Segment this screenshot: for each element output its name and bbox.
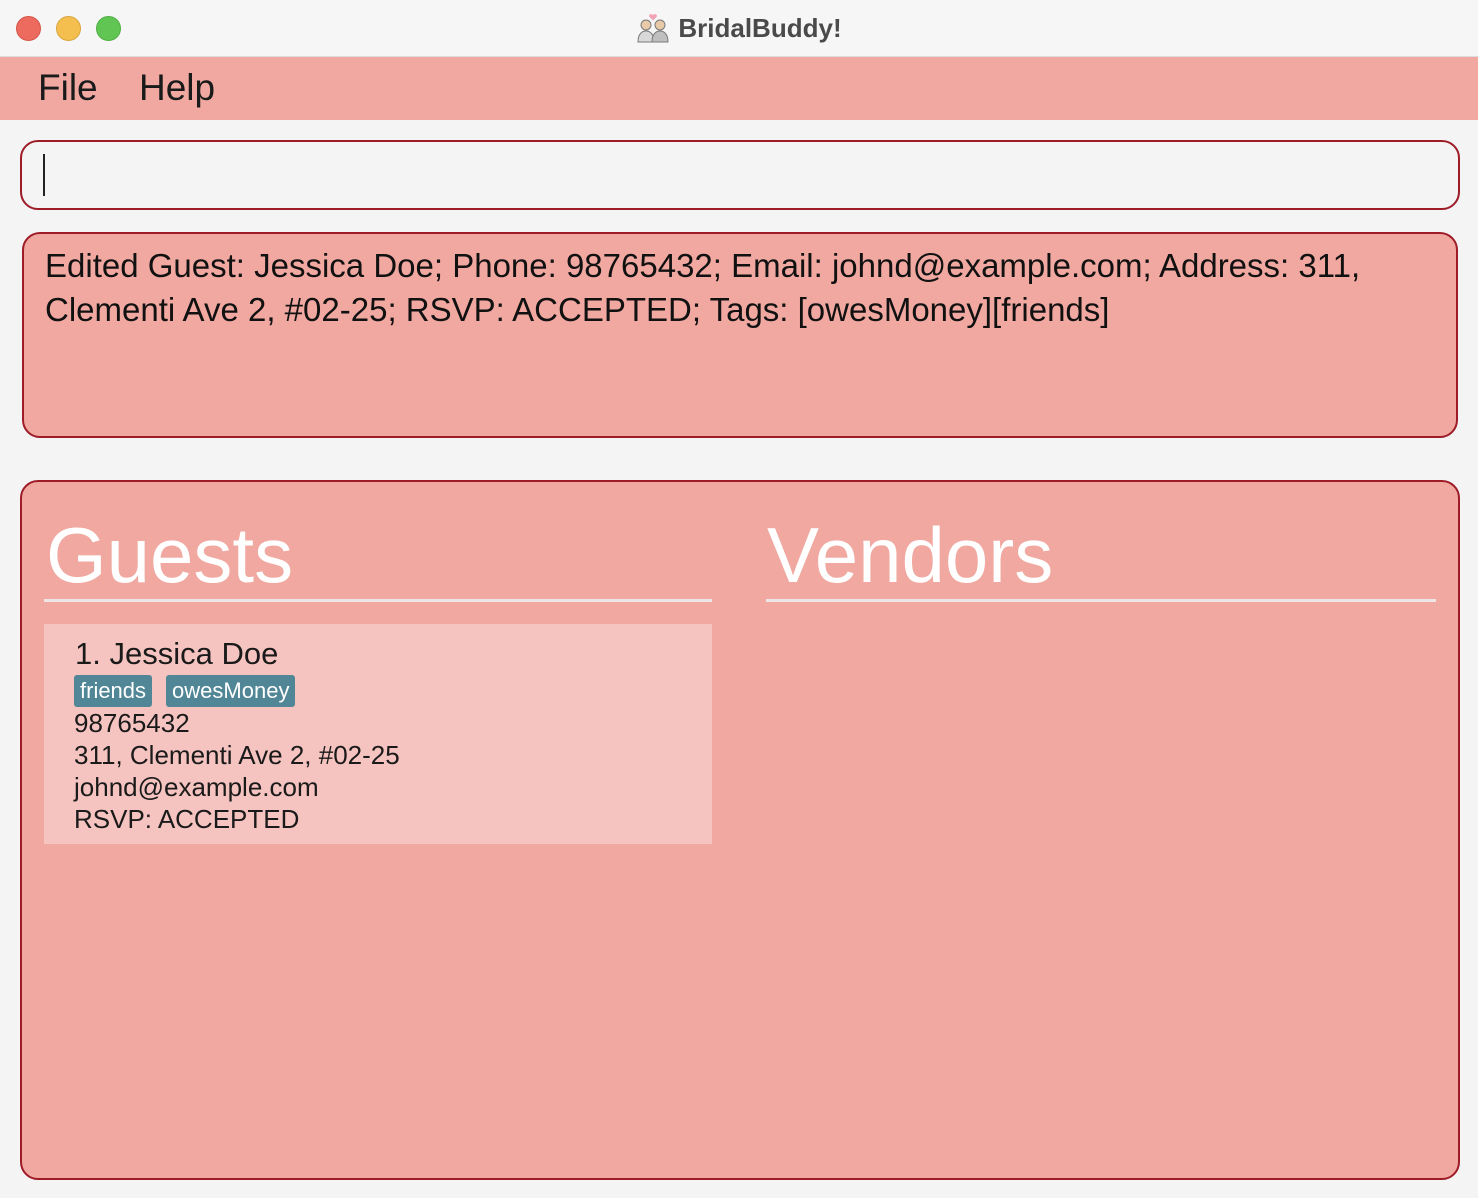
vendors-heading: Vendors — [767, 511, 1054, 599]
tag-friends: friends — [74, 675, 153, 707]
guest-email: johnd@example.com — [74, 772, 319, 802]
result-display: Edited Guest: Jessica Doe; Phone: 987654… — [22, 232, 1458, 438]
menu-bar: File Help — [0, 57, 1478, 120]
window-title-group: BridalBuddy! — [0, 10, 1478, 46]
guest-phone: 98765432 — [74, 708, 190, 738]
result-message: Edited Guest: Jessica Doe; Phone: 987654… — [45, 247, 1361, 328]
vendors-divider — [766, 599, 1436, 602]
window-titlebar: BridalBuddy! — [0, 0, 1478, 57]
text-caret — [43, 154, 45, 196]
guest-rsvp: RSVP: ACCEPTED — [74, 804, 300, 834]
lists-panel: Guests Vendors 1. Jessica Doe friends ow… — [20, 480, 1460, 1180]
menu-help[interactable]: Help — [139, 67, 215, 109]
guests-heading: Guests — [46, 511, 294, 599]
couple-heart-icon — [637, 14, 669, 43]
guest-name: 1. Jessica Doe — [75, 636, 279, 671]
command-input[interactable] — [34, 150, 1438, 202]
tag-owes-money: owesMoney — [166, 675, 296, 707]
guest-card[interactable]: 1. Jessica Doe friends owesMoney 9876543… — [44, 624, 712, 844]
menu-file[interactable]: File — [38, 67, 98, 109]
guest-address: 311, Clementi Ave 2, #02-25 — [74, 740, 400, 770]
guests-divider — [44, 599, 712, 602]
command-box — [20, 140, 1460, 210]
window-title: BridalBuddy! — [678, 12, 842, 43]
guest-tags: friends owesMoney — [74, 675, 296, 707]
